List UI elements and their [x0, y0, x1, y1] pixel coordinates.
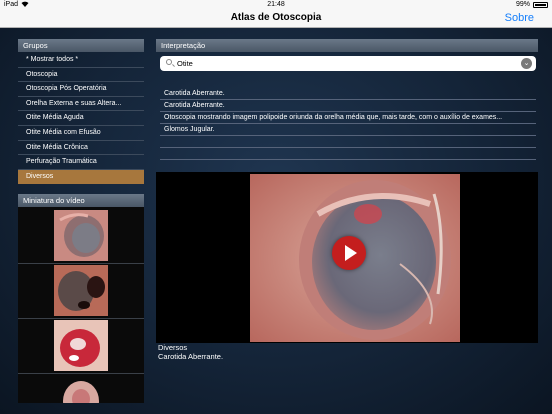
navigation-bar: Atlas de Otoscopia Sobre: [0, 10, 552, 28]
group-item-perfuracao-traumatica[interactable]: Perfuração Traumática: [18, 155, 144, 170]
search-field[interactable]: Otite ⌄: [160, 56, 536, 71]
video-category: Diversos: [158, 343, 188, 352]
thumbnail-list[interactable]: [18, 207, 144, 403]
result-empty-row: [160, 148, 536, 160]
group-item-diversos[interactable]: Diversos: [18, 169, 144, 185]
groups-list: * Mostrar todos * Otoscopia Otoscopia Pó…: [18, 53, 144, 185]
result-item[interactable]: Otoscopia mostrando imagem polipoide ori…: [160, 112, 536, 124]
clock-time: 21:48: [267, 1, 285, 8]
app-title: Atlas de Otoscopia: [230, 12, 322, 23]
video-player[interactable]: [156, 172, 538, 343]
group-item-otoscopia[interactable]: Otoscopia: [18, 68, 144, 83]
chevron-down-icon[interactable]: ⌄: [521, 58, 532, 69]
video-thumbnail[interactable]: [54, 375, 108, 403]
result-item[interactable]: Carotida Aberrante.: [160, 100, 536, 112]
group-item-otite-media-cronica[interactable]: Otite Média Crônica: [18, 141, 144, 156]
group-item-pos-operatoria[interactable]: Otoscopia Pós Operatória: [18, 82, 144, 97]
interpretation-header: Interpretação: [156, 39, 538, 52]
thumbnail-divider: [18, 373, 144, 374]
group-item-show-all[interactable]: * Mostrar todos *: [18, 53, 144, 68]
search-value: Otite: [177, 59, 193, 68]
thumbnails-header: Miniatura do vídeo: [18, 194, 144, 207]
about-button[interactable]: Sobre: [505, 10, 534, 26]
battery-icon: [533, 2, 548, 8]
video-caption: Carotida Aberrante.: [158, 352, 224, 361]
results-list: Carotida Aberrante. Carotida Aberrante. …: [160, 88, 536, 160]
video-thumbnail[interactable]: [54, 320, 108, 371]
result-item[interactable]: Carotida Aberrante.: [160, 88, 536, 100]
result-empty-row: [160, 136, 536, 148]
video-thumbnail[interactable]: [54, 265, 108, 316]
groups-header: Grupos: [18, 39, 144, 52]
group-item-otite-media-efusao[interactable]: Otite Média com Efusão: [18, 126, 144, 141]
group-item-otite-media-aguda[interactable]: Otite Média Aguda: [18, 111, 144, 126]
video-thumbnail[interactable]: [54, 210, 108, 261]
thumbnail-divider: [18, 263, 144, 264]
thumbnail-divider: [18, 318, 144, 319]
play-button[interactable]: [332, 236, 366, 270]
battery-percentage: 99%: [515, 1, 530, 8]
status-bar: iPad 21:48 99%: [0, 0, 552, 10]
search-icon: [166, 59, 172, 65]
result-item[interactable]: Glomos Jugular.: [160, 124, 536, 136]
group-item-orelha-externa[interactable]: Orelha Externa e suas Altera...: [18, 97, 144, 112]
